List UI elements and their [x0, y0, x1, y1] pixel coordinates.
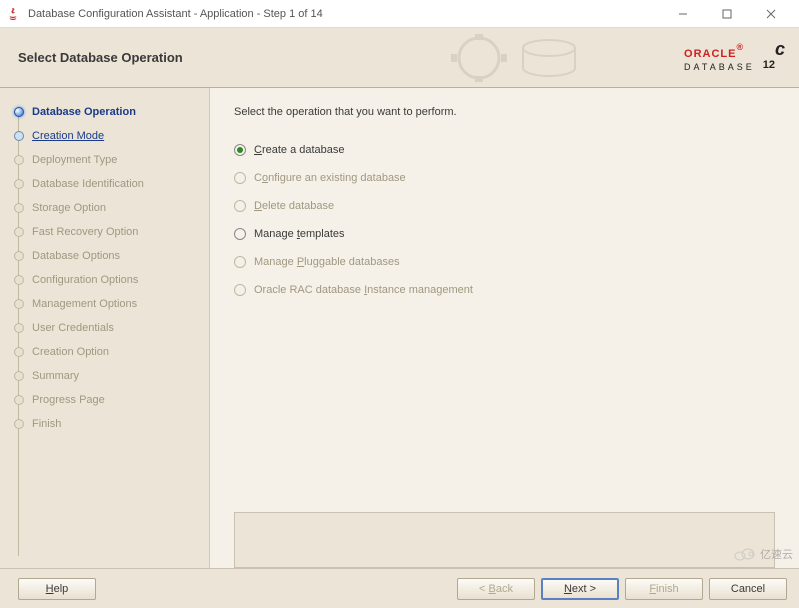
wizard-step-11: Summary [14, 364, 203, 388]
step-label: Fast Recovery Option [32, 226, 138, 238]
oracle-logo: ORACLE® DATABASE [684, 41, 755, 72]
operation-option-1: Configure an existing database [234, 164, 775, 192]
step-label: User Credentials [32, 322, 114, 334]
operation-option-5: Oracle RAC database Instance management [234, 276, 775, 304]
finish-button[interactable]: Finish [625, 578, 703, 600]
radio-icon [234, 200, 246, 212]
content-area: Database Operation Creation Mode Deploymen… [0, 88, 799, 568]
maximize-button[interactable] [705, 0, 749, 28]
radio-label: Oracle RAC database Instance management [254, 284, 473, 296]
help-button[interactable]: Help [18, 578, 96, 600]
description-box [234, 512, 775, 568]
step-label: Deployment Type [32, 154, 117, 166]
step-label: Management Options [32, 298, 137, 310]
radio-label: Delete database [254, 200, 334, 212]
step-label: Database Identification [32, 178, 144, 190]
main-panel: Select the operation that you want to pe… [210, 88, 799, 568]
wizard-step-2: Deployment Type [14, 148, 203, 172]
wizard-step-13: Finish [14, 412, 203, 436]
wizard-step-5: Fast Recovery Option [14, 220, 203, 244]
header-banner: Select Database Operation ORACLE® DATABA… [0, 28, 799, 88]
step-dot-icon [14, 203, 24, 213]
step-label: Finish [32, 418, 61, 430]
step-label: Database Options [32, 250, 120, 262]
radio-icon [234, 144, 246, 156]
operation-option-4: Manage Pluggable databases [234, 248, 775, 276]
step-dot-icon [14, 323, 24, 333]
operation-option-0[interactable]: Create a database [234, 136, 775, 164]
wizard-step-6: Database Options [14, 244, 203, 268]
close-button[interactable] [749, 0, 793, 28]
radio-label: Manage templates [254, 228, 345, 240]
radio-icon [234, 284, 246, 296]
step-dot-icon [14, 299, 24, 309]
header-art [439, 28, 599, 88]
wizard-step-9: User Credentials [14, 316, 203, 340]
page-title: Select Database Operation [18, 50, 183, 65]
step-dot-icon [14, 227, 24, 237]
step-label: Creation Option [32, 346, 109, 358]
step-dot-icon [14, 419, 24, 429]
step-label: Progress Page [32, 394, 105, 406]
step-label: Storage Option [32, 202, 106, 214]
cancel-button[interactable]: Cancel [709, 578, 787, 600]
wizard-step-3: Database Identification [14, 172, 203, 196]
step-dot-icon [14, 347, 24, 357]
watermark: 亿速云 [734, 546, 793, 562]
radio-icon [234, 228, 246, 240]
next-button[interactable]: Next > [541, 578, 619, 600]
wizard-sidebar: Database Operation Creation Mode Deploymen… [0, 88, 210, 568]
step-dot-icon [14, 371, 24, 381]
window-title: Database Configuration Assistant - Appli… [28, 8, 323, 20]
radio-label: Configure an existing database [254, 172, 406, 184]
wizard-step-8: Management Options [14, 292, 203, 316]
step-dot-icon [14, 179, 24, 189]
radio-label: Create a database [254, 144, 345, 156]
minimize-button[interactable] [661, 0, 705, 28]
operation-option-2: Delete database [234, 192, 775, 220]
wizard-step-4: Storage Option [14, 196, 203, 220]
step-label: Summary [32, 370, 79, 382]
titlebar: Database Configuration Assistant - Appli… [0, 0, 799, 28]
instruction-text: Select the operation that you want to pe… [234, 106, 775, 118]
step-dot-icon [14, 395, 24, 405]
radio-label: Manage Pluggable databases [254, 256, 400, 268]
wizard-step-1[interactable]: Creation Mode [14, 124, 203, 148]
step-label: Configuration Options [32, 274, 138, 286]
wizard-step-7: Configuration Options [14, 268, 203, 292]
footer-bar: Help < Back Next > Finish Cancel [0, 568, 799, 608]
step-label: Database Operation [32, 106, 136, 118]
step-dot-icon [14, 275, 24, 285]
wizard-step-0[interactable]: Database Operation [14, 100, 203, 124]
step-dot-icon [14, 107, 24, 117]
radio-icon [234, 256, 246, 268]
wizard-step-12: Progress Page [14, 388, 203, 412]
operation-option-3[interactable]: Manage templates [234, 220, 775, 248]
version-12c: 12c [763, 38, 785, 74]
step-dot-icon [14, 251, 24, 261]
wizard-step-10: Creation Option [14, 340, 203, 364]
step-dot-icon [14, 155, 24, 165]
step-dot-icon [14, 131, 24, 141]
back-button[interactable]: < Back [457, 578, 535, 600]
step-label: Creation Mode [32, 130, 104, 142]
java-icon [6, 6, 22, 22]
radio-icon [234, 172, 246, 184]
